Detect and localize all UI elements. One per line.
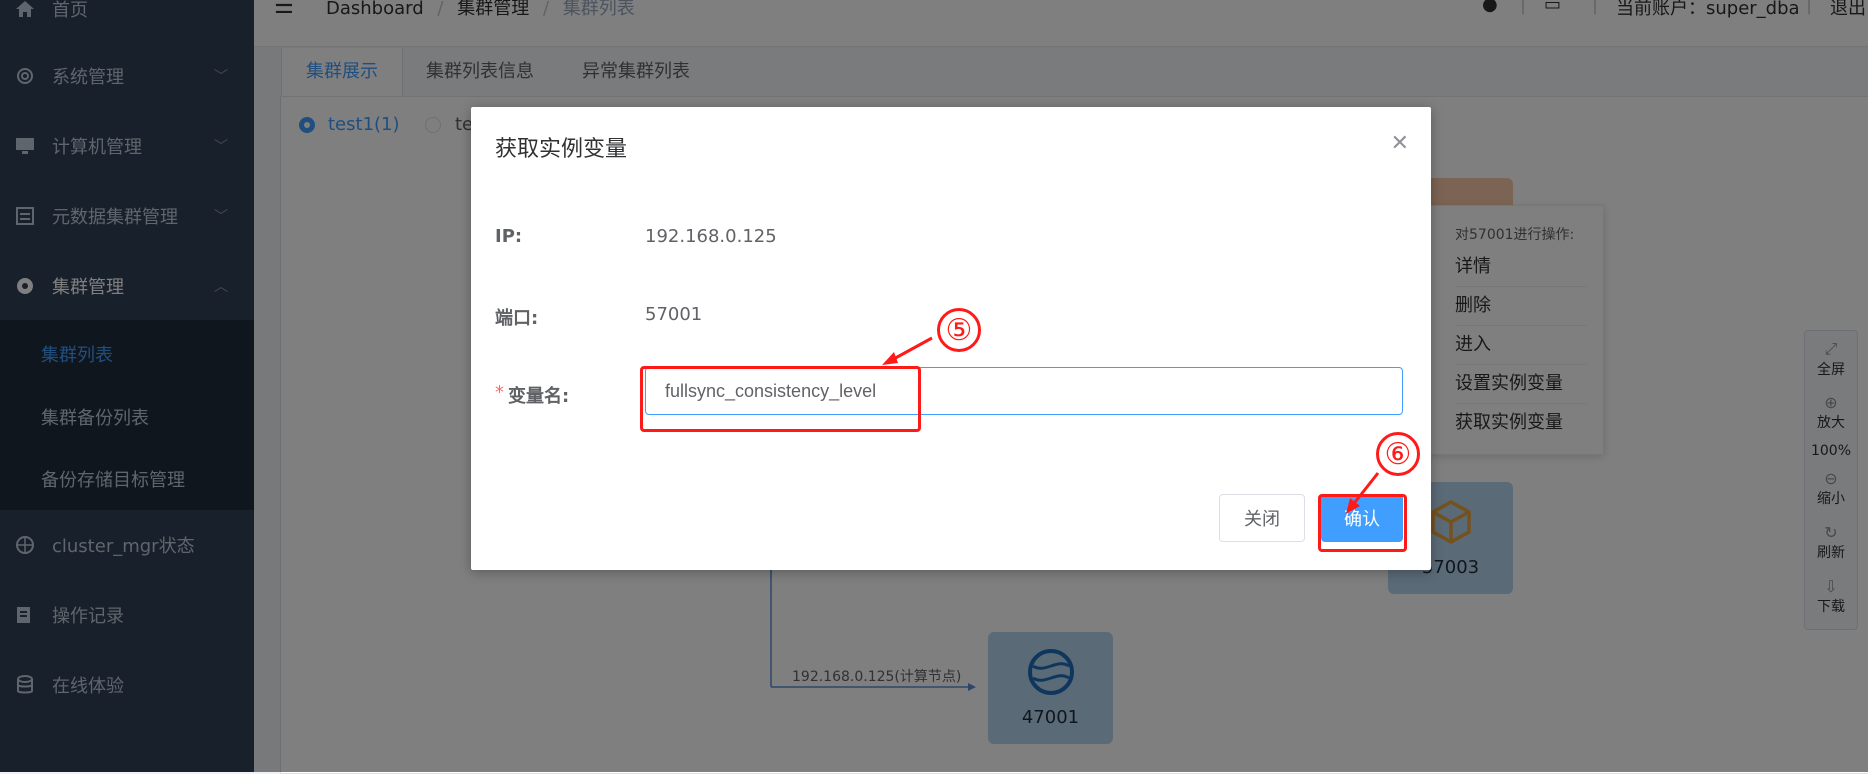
variable-name-label: 变量名: [508, 386, 570, 407]
annotation-arrow-step6 [1346, 472, 1380, 514]
close-icon[interactable]: ✕ [1391, 131, 1409, 156]
port-value: 57001 [645, 304, 703, 325]
close-button[interactable]: 关闭 [1219, 494, 1305, 542]
required-mark: * [495, 382, 504, 403]
ip-label: IP: [495, 226, 523, 247]
annotation-box-step5 [640, 366, 921, 432]
port-label: 端口: [495, 308, 539, 329]
annotation-arrow-step5 [882, 336, 933, 365]
ip-value: 192.168.0.125 [645, 226, 777, 247]
dialog-title: 获取实例变量 [495, 137, 628, 162]
